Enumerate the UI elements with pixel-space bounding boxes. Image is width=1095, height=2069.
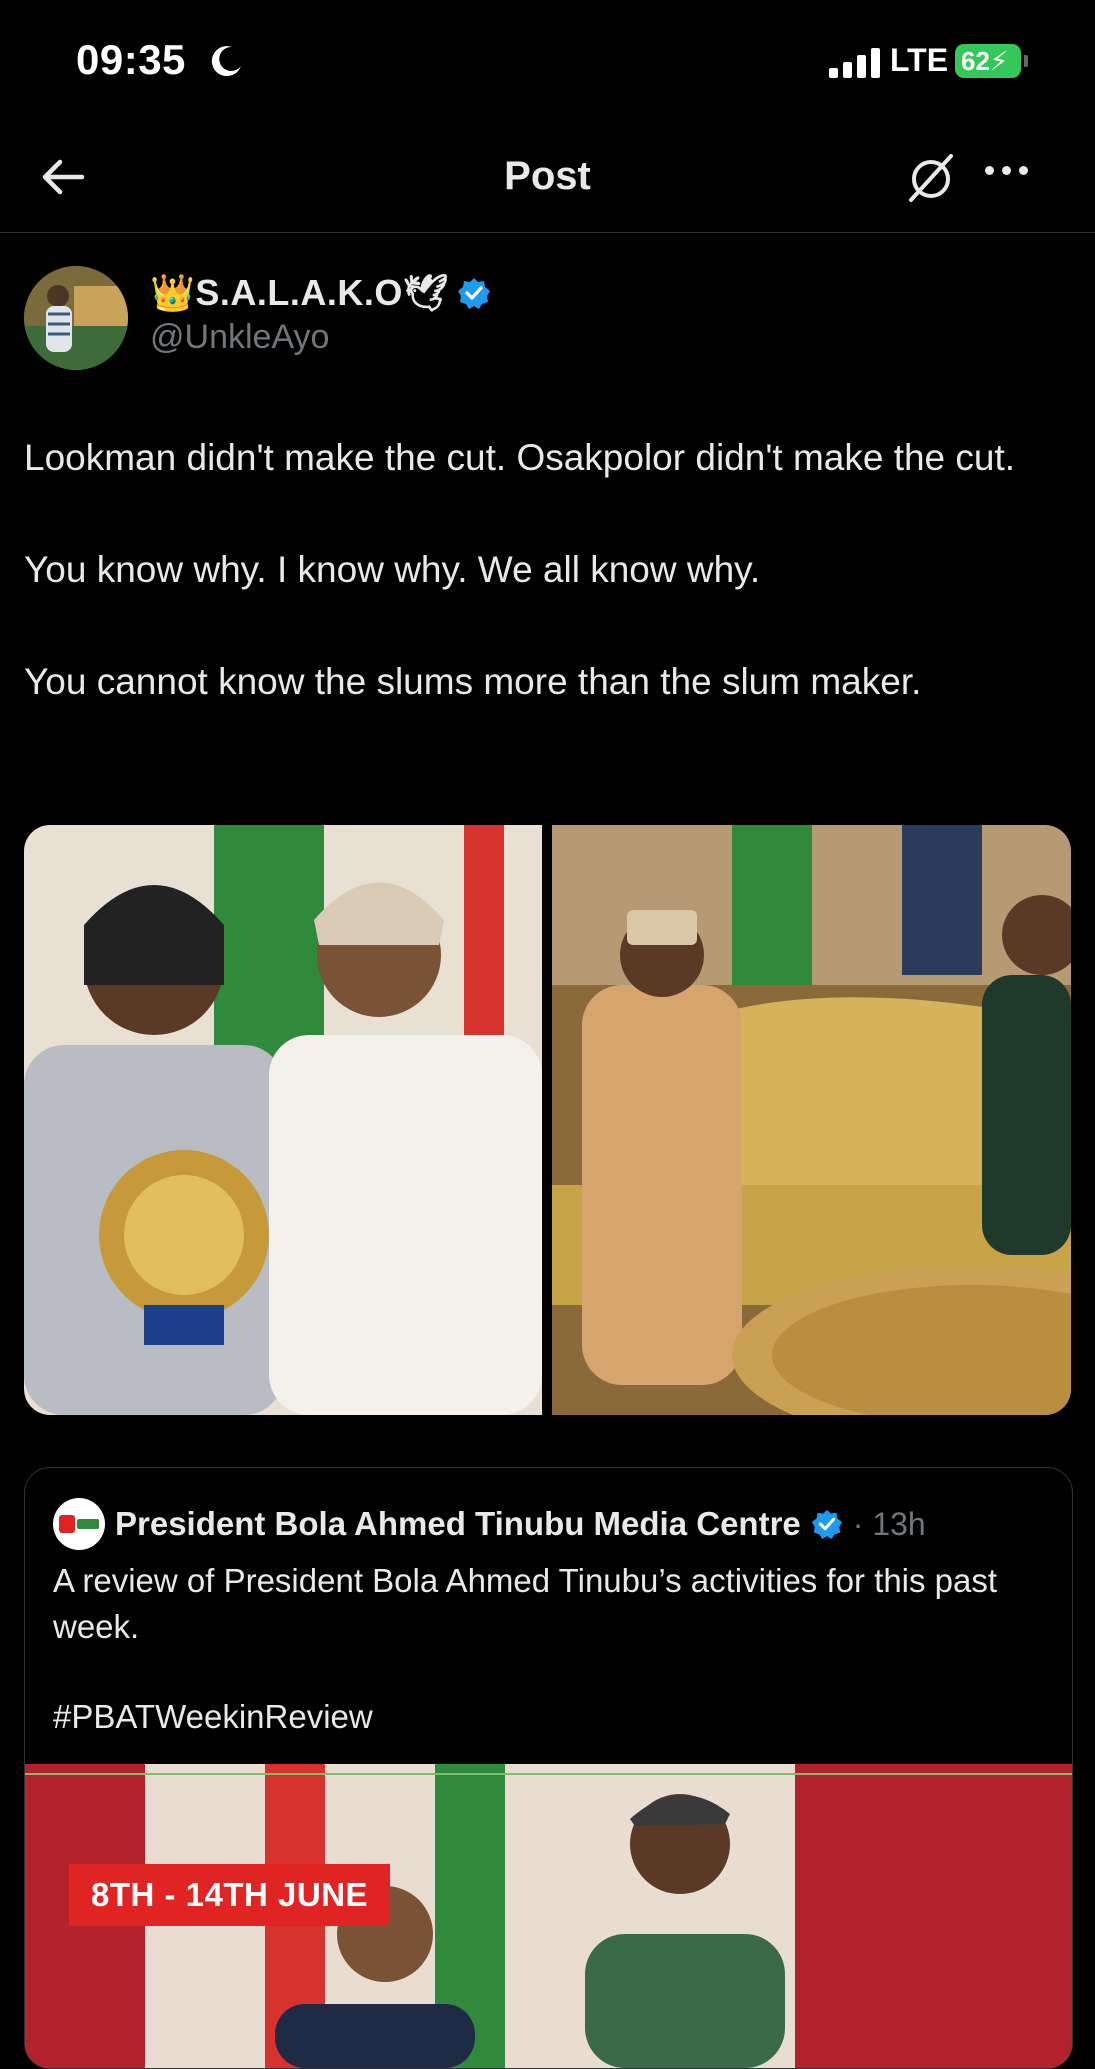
more-icon[interactable]	[985, 166, 1028, 175]
quoted-tweet-header: President Bola Ahmed Tinubu Media Centre…	[53, 1498, 926, 1550]
tweet-media[interactable]	[24, 825, 1071, 1415]
photo-right[interactable]	[552, 825, 1071, 1415]
signal-icon	[829, 48, 880, 78]
media-centre-logo-icon	[53, 1498, 105, 1550]
divider	[0, 232, 1095, 233]
moon-icon	[211, 46, 241, 77]
status-bar: 09:35 LTE 62⚡	[0, 0, 1095, 120]
tweet-paragraph: You cannot know the slums more than the …	[24, 661, 922, 702]
tweet-text: Lookman didn't make the cut. Osakpolor d…	[24, 430, 1074, 766]
battery-tip	[1024, 55, 1028, 67]
author-display-name[interactable]: 👑S.A.L.A.K.O🕊	[150, 272, 449, 314]
battery-indicator: 62⚡	[955, 44, 1021, 78]
quoted-text: A review of President Bola Ahmed Tinubu’…	[53, 1562, 998, 1645]
tweet-paragraph: Lookman didn't make the cut. Osakpolor d…	[24, 437, 1016, 478]
nav-bar: Post	[0, 120, 1095, 232]
verified-badge-icon	[458, 278, 491, 309]
quoted-hashtag[interactable]: #PBATWeekinReview	[53, 1698, 373, 1736]
quoted-media[interactable]: 8TH - 14TH JUNE	[25, 1764, 1072, 2068]
avatar[interactable]	[24, 266, 128, 370]
battery-level: 62	[961, 46, 990, 76]
quoted-timestamp: · 13h	[852, 1505, 926, 1542]
verified-badge-icon	[811, 1509, 842, 1540]
network-label: LTE	[890, 42, 949, 78]
status-time: 09:35	[76, 36, 186, 83]
author-handle[interactable]: @UnkleAyo	[150, 318, 329, 357]
photo-left[interactable]	[24, 825, 542, 1415]
quoted-author-name[interactable]: President Bola Ahmed Tinubu Media Centre	[115, 1505, 801, 1543]
grok-icon[interactable]	[903, 150, 959, 206]
tweet-paragraph: You know why. I know why. We all know wh…	[24, 549, 761, 590]
quoted-tweet[interactable]: President Bola Ahmed Tinubu Media Centre…	[24, 1467, 1073, 2069]
date-banner: 8TH - 14TH JUNE	[69, 1864, 391, 1926]
author-name-row[interactable]: 👑S.A.L.A.K.O🕊	[150, 272, 491, 314]
